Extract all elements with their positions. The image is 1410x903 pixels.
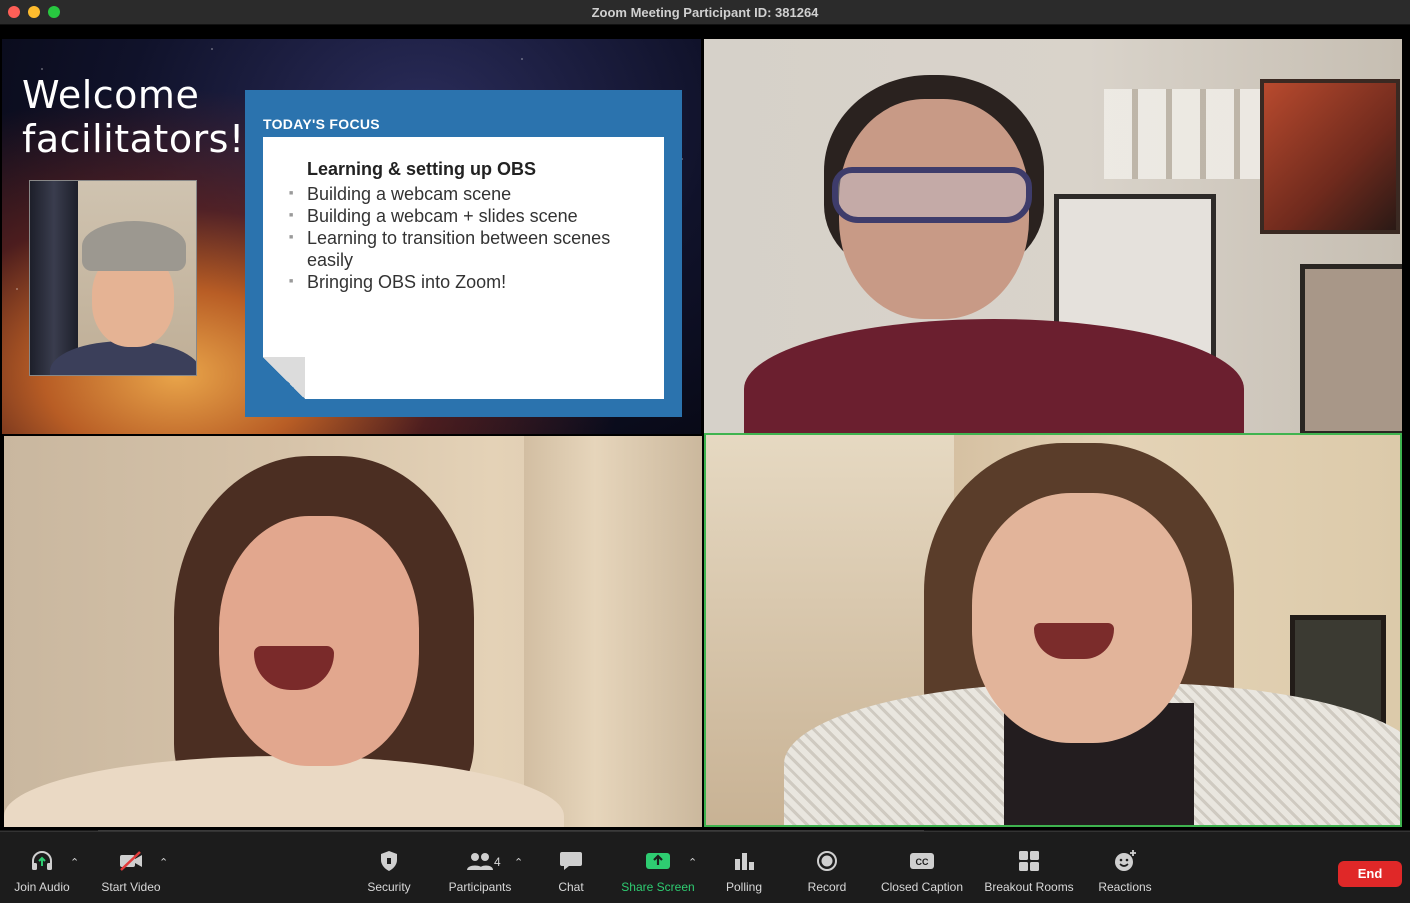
grid-icon <box>1018 848 1040 874</box>
focus-list: Building a webcam scene Building a webca… <box>289 183 649 293</box>
share-screen-button[interactable]: Share Screen <box>618 848 698 896</box>
headphones-icon <box>30 848 54 874</box>
video-tile-slide[interactable]: Welcome facilitators! TODAY'S FOCUS Lear… <box>2 39 701 434</box>
focus-item: Building a webcam + slides scene <box>289 205 649 227</box>
face <box>219 516 419 766</box>
audio-options-caret[interactable]: ⌃ <box>70 856 79 869</box>
focus-card-title: TODAY'S FOCUS <box>263 116 380 132</box>
video-tile-participant[interactable] <box>704 39 1402 433</box>
reactions-label: Reactions <box>1098 880 1152 894</box>
window-title: Zoom Meeting Participant ID: 381264 <box>591 5 819 20</box>
share-screen-label: Share Screen <box>621 880 695 894</box>
video-tile-active-speaker[interactable] <box>704 433 1402 827</box>
breakout-rooms-label: Breakout Rooms <box>984 880 1074 894</box>
closed-caption-label: Closed Caption <box>880 880 964 894</box>
share-screen-icon <box>645 848 671 874</box>
bar-chart-icon <box>733 848 755 874</box>
cc-icon: CC <box>909 848 935 874</box>
focus-item: Learning to transition between scenes ea… <box>289 227 649 271</box>
participants-label: Participants <box>448 880 512 894</box>
participants-options-caret[interactable]: ⌃ <box>514 856 523 869</box>
record-button[interactable]: Record <box>804 848 850 896</box>
curtain <box>30 181 78 375</box>
window-titlebar: Zoom Meeting Participant ID: 381264 <box>0 0 1410 25</box>
breakout-rooms-button[interactable]: Breakout Rooms <box>982 848 1076 896</box>
record-icon <box>816 848 838 874</box>
polling-button[interactable]: Polling <box>722 848 766 896</box>
picture-frame <box>1300 264 1402 433</box>
slide-welcome-text: Welcome facilitators! <box>22 73 245 161</box>
start-video-label: Start Video <box>101 880 161 894</box>
end-meeting-button[interactable]: End <box>1338 861 1402 887</box>
chat-button[interactable]: Chat <box>550 848 592 896</box>
record-label: Record <box>807 880 847 894</box>
meeting-toolbar <box>0 831 1410 903</box>
focus-paper: Learning & setting up OBS Building a web… <box>263 137 664 399</box>
closed-caption-button[interactable]: CC Closed Caption <box>877 848 967 896</box>
svg-text:CC: CC <box>916 857 929 867</box>
facilitator-webcam-inset <box>29 180 197 376</box>
video-gallery: Welcome facilitators! TODAY'S FOCUS Lear… <box>0 25 1410 830</box>
join-audio-button[interactable]: Join Audio <box>12 848 72 896</box>
people-icon <box>466 848 494 874</box>
chat-bubble-icon <box>559 848 583 874</box>
poster <box>1260 79 1400 234</box>
smiley-plus-icon <box>1113 848 1137 874</box>
video-tile-participant[interactable] <box>4 436 702 827</box>
security-label: Security <box>367 880 411 894</box>
start-video-button[interactable]: Start Video <box>98 848 164 896</box>
join-audio-label: Join Audio <box>14 880 70 894</box>
photo-garland <box>1104 89 1264 179</box>
security-button[interactable]: Security <box>364 848 414 896</box>
shield-icon <box>379 848 399 874</box>
page-curl <box>263 357 305 399</box>
video-options-caret[interactable]: ⌃ <box>159 856 168 869</box>
participants-button[interactable]: Participants <box>445 848 515 896</box>
focus-item: Building a webcam scene <box>289 183 649 205</box>
reactions-button[interactable]: Reactions <box>1096 848 1154 896</box>
participants-count: 4 <box>494 855 501 869</box>
face <box>972 493 1192 743</box>
focus-heading: Learning & setting up OBS <box>307 159 537 179</box>
focus-card: TODAY'S FOCUS Learning & setting up OBS … <box>245 90 682 417</box>
chat-label: Chat <box>558 880 584 894</box>
glasses <box>832 167 1032 223</box>
video-off-icon <box>118 848 144 874</box>
focus-item: Bringing OBS into Zoom! <box>289 271 649 293</box>
door <box>524 436 702 827</box>
polling-label: Polling <box>725 880 763 894</box>
share-options-caret[interactable]: ⌃ <box>688 856 697 869</box>
cap <box>82 221 186 271</box>
